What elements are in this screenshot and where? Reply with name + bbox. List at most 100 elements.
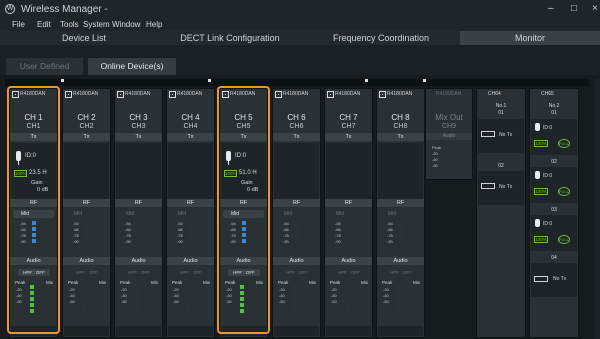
meter-segment — [347, 221, 351, 225]
channel-strip-5[interactable]: R4180DAN CH 5 CH5 Tx ID:0 100% 51.0 H Ga… — [219, 88, 268, 338]
close-button[interactable]: × — [592, 3, 598, 14]
meter-segment — [30, 303, 34, 307]
hpf-toggle[interactable]: HPF : OFF — [333, 269, 365, 276]
mix-out-strip[interactable]: R4180DAN Mix Out CH9 Audio Peak -20 -40 -50 — [425, 88, 473, 180]
channel-strip-1[interactable]: R4180DAN CH 1 CH1 Tx ID:0 100% 23.5 H Ga… — [9, 88, 58, 338]
channel-strip-4[interactable]: R4180DAN CH 4 CH4 Tx RF Mid -54 -66 -78 -90… — [166, 88, 215, 338]
channel-footer[interactable] — [326, 326, 371, 336]
hpf-toggle[interactable]: HPF : OFF — [123, 269, 155, 276]
meter-segment — [397, 309, 401, 313]
meter-segment — [242, 233, 246, 237]
menu-tools[interactable]: Tools — [60, 20, 79, 29]
rf-meter — [399, 221, 403, 245]
menu-window[interactable]: Window — [112, 20, 140, 29]
menu-file[interactable]: File — [12, 20, 25, 29]
side-unit-ch65[interactable]: CH65 No.2 01 ID:0 100% FULL 02 ID:0 100%… — [529, 88, 579, 338]
audio-section-label: Audio — [220, 257, 267, 265]
channel-footer[interactable] — [116, 326, 161, 336]
tab-dect-link-configuration[interactable]: DECT Link Configuration — [168, 31, 292, 45]
mix-label: Mix — [151, 280, 158, 285]
meter-segment — [399, 239, 403, 243]
rf-ticks: -54 -66 -78 -90 — [283, 221, 289, 244]
strip-marker — [423, 79, 426, 82]
meter-segment — [137, 239, 141, 243]
channel-strip-7[interactable]: R4180DAN CH 7 CH7 Tx RF Mid -54 -66 -78 -90… — [324, 88, 373, 338]
meter-segment — [137, 233, 141, 237]
channel-footer[interactable] — [168, 326, 213, 336]
subtab-online-devices[interactable]: Online Device(s) — [88, 58, 176, 75]
mix-label: Mix — [46, 280, 53, 285]
meter-segment — [345, 291, 349, 295]
main-tabs: Device List DECT Link Configuration Freq… — [0, 31, 600, 45]
meter-segment — [240, 291, 244, 295]
audio-meter — [30, 285, 34, 315]
hpf-toggle[interactable]: HPF : OFF — [71, 269, 103, 276]
rf-mode-badge[interactable]: Mid — [380, 210, 421, 218]
meter-segment — [293, 309, 297, 313]
meter-segment — [399, 233, 403, 237]
ch65-slot-4: 04 — [551, 255, 557, 261]
transmitter-icon — [481, 131, 495, 137]
receiver-icon — [65, 91, 72, 98]
channel-footer[interactable] — [221, 326, 266, 336]
menu-system[interactable]: System — [83, 20, 110, 29]
channel-sub: CH3 — [131, 123, 146, 130]
side-unit-ch64[interactable]: CH64 No.1 01 No Tx 02 No Tx — [476, 88, 526, 338]
ch64-slot-1: 01 — [498, 110, 504, 116]
rf-section-label: RF — [10, 199, 57, 207]
channel-strip-8[interactable]: R4180DAN CH 8 CH8 Tx RF Mid -54 -66 -78 -90… — [376, 88, 425, 338]
rf-mode-badge[interactable]: Mid — [118, 210, 159, 218]
hpf-toggle[interactable]: HPF : OFF — [281, 269, 313, 276]
hpf-toggle[interactable]: HPF : OFF — [385, 269, 417, 276]
tab-device-list[interactable]: Device List — [40, 31, 128, 45]
meter-segment — [397, 291, 401, 295]
channel-strip-6[interactable]: R4180DAN CH 6 CH6 Tx RF Mid -54 -66 -78 -90… — [272, 88, 321, 338]
mixout-audio-label: Audio — [426, 133, 472, 140]
rf-mode-badge[interactable]: Mid — [66, 210, 107, 218]
menu-edit[interactable]: Edit — [37, 20, 51, 29]
minimize-button[interactable]: – — [548, 3, 554, 14]
hpf-toggle[interactable]: HPF : OFF — [18, 269, 50, 276]
rf-section-label: RF — [220, 199, 267, 207]
meter-segment — [242, 239, 246, 243]
channel-footer[interactable] — [274, 326, 319, 336]
menu-help[interactable]: Help — [146, 20, 162, 29]
channel-name: CH 5 — [234, 113, 253, 122]
channel-name: CH 2 — [77, 113, 96, 122]
ch64-slot-2-panel: No Tx — [478, 171, 524, 205]
tx-panel — [274, 143, 319, 199]
channel-name: CH 4 — [181, 113, 200, 122]
bodypack-icon — [535, 123, 540, 131]
tab-frequency-coordination[interactable]: Frequency Coordination — [320, 31, 442, 45]
rf-mode-badge[interactable]: Mid — [13, 210, 54, 218]
meter-segment — [135, 285, 139, 289]
hpf-toggle[interactable]: HPF : OFF — [175, 269, 207, 276]
meter-segment — [83, 297, 87, 301]
tx-section-label: Tx — [377, 133, 424, 141]
rf-mode-badge[interactable]: Mid — [328, 210, 369, 218]
channel-strip-2[interactable]: R4180DAN CH 2 CH2 Tx RF Mid -54 -66 -78 -90… — [62, 88, 111, 338]
gain-value: 0 dB — [247, 187, 259, 193]
channel-footer[interactable] — [378, 326, 423, 336]
tx-id: ID:0 — [235, 153, 247, 159]
meter-segment — [397, 303, 401, 307]
peak-label: Peak — [68, 280, 79, 285]
meter-segment — [347, 233, 351, 237]
rf-mode-badge[interactable]: Mid — [170, 210, 211, 218]
tab-monitor[interactable]: Monitor — [460, 31, 600, 45]
channel-footer[interactable] — [64, 326, 109, 336]
subtab-user-defined[interactable]: User Defined — [6, 58, 83, 75]
meter-segment — [345, 303, 349, 307]
handheld-mic-icon — [16, 151, 21, 161]
audio-meter — [397, 285, 401, 315]
ch65-slot-1-status: FULL — [558, 139, 570, 148]
rf-mode-badge[interactable]: Mid — [223, 210, 264, 218]
channel-footer[interactable] — [11, 326, 56, 336]
audio-meter — [345, 285, 349, 315]
audio-meter — [240, 285, 244, 315]
channel-strip-3[interactable]: R4180DAN CH 3 CH3 Tx RF Mid -54 -66 -78 -90… — [114, 88, 163, 338]
maximize-button[interactable]: □ — [571, 3, 577, 14]
hpf-toggle[interactable]: HPF : OFF — [228, 269, 260, 276]
meter-segment — [189, 221, 193, 225]
rf-mode-badge[interactable]: Mid — [276, 210, 317, 218]
